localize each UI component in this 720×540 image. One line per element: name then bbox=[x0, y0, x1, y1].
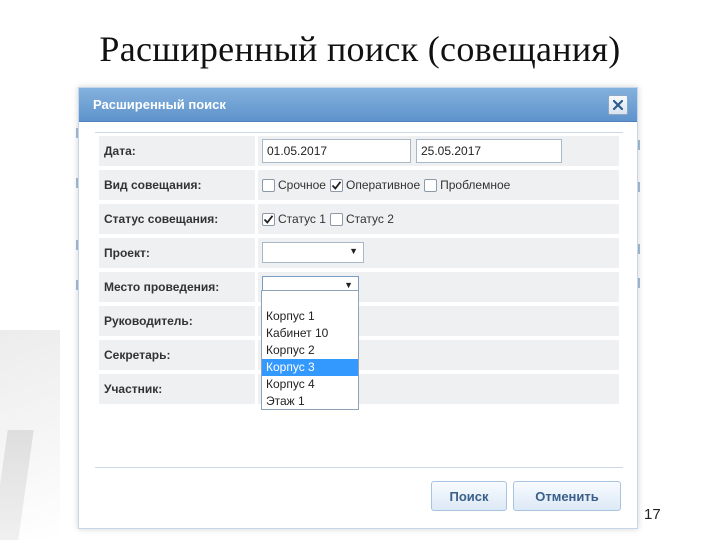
project-label: Проект: bbox=[99, 238, 255, 268]
meeting-type-options: Срочное Оперативное Проблемное bbox=[262, 178, 514, 192]
dialog-title: Расширенный поиск bbox=[93, 97, 226, 112]
venue-option[interactable]: Корпус 1 bbox=[262, 308, 358, 325]
close-x-icon bbox=[613, 100, 623, 110]
checkbox-status-2-label[interactable]: Статус 2 bbox=[346, 212, 394, 226]
checkbox-operative-label[interactable]: Оперативное bbox=[346, 178, 420, 192]
row-manager: Руководитель: bbox=[99, 304, 619, 338]
row-venue: Место проведения: ▼ bbox=[99, 270, 619, 304]
date-from-input[interactable]: 01.05.2017 bbox=[262, 139, 411, 163]
venue-option[interactable]: Этаж 1 bbox=[262, 393, 358, 410]
date-label: Дата: bbox=[99, 136, 255, 166]
participant-label: Участник: bbox=[99, 374, 255, 404]
meeting-status-label: Статус совещания: bbox=[99, 204, 255, 234]
row-date: Дата: 01.05.2017 25.05.2017 bbox=[99, 134, 619, 168]
checkmark-icon bbox=[331, 180, 342, 190]
search-form: Дата: 01.05.2017 25.05.2017 Вид совещани… bbox=[99, 134, 619, 406]
meeting-type-label: Вид совещания: bbox=[99, 170, 255, 200]
dialog-header[interactable]: Расширенный поиск bbox=[79, 88, 637, 122]
secretary-label: Секретарь: bbox=[99, 340, 255, 370]
checkbox-urgent-label[interactable]: Срочное bbox=[278, 178, 326, 192]
meeting-type-cell: Срочное Оперативное Проблемное bbox=[258, 170, 619, 200]
close-button[interactable] bbox=[608, 95, 628, 115]
slide-title: Расширенный поиск (совещания) bbox=[99, 29, 621, 69]
checkbox-status-1[interactable] bbox=[262, 212, 275, 226]
row-project: Проект: ▼ bbox=[99, 236, 619, 270]
checkmark-icon bbox=[263, 214, 274, 224]
dropdown-arrow-icon: ▼ bbox=[344, 280, 353, 290]
checkbox-status-2[interactable] bbox=[329, 212, 343, 226]
footer-divider bbox=[95, 467, 623, 468]
venue-option-highlighted[interactable]: Корпус 3 bbox=[262, 359, 358, 376]
row-participant: Участник: bbox=[99, 372, 619, 406]
dropdown-arrow-icon: ▼ bbox=[349, 246, 358, 256]
row-meeting-type: Вид совещания: Срочное Оперативное Пробл… bbox=[99, 168, 619, 202]
slide-number: 17 bbox=[644, 506, 661, 523]
row-secretary: Секретарь: bbox=[99, 338, 619, 372]
row-meeting-status: Статус совещания: Статус 1 Статус 2 bbox=[99, 202, 619, 236]
checkbox-problem[interactable] bbox=[424, 178, 438, 192]
meeting-status-cell: Статус 1 Статус 2 bbox=[258, 204, 619, 234]
checkbox-problem-label[interactable]: Проблемное bbox=[440, 178, 510, 192]
cancel-button[interactable]: Отменить bbox=[513, 481, 621, 511]
meeting-status-options: Статус 1 Статус 2 bbox=[262, 212, 398, 226]
venue-label: Место проведения: bbox=[99, 272, 255, 302]
venue-option[interactable]: Кабинет 10 bbox=[262, 325, 358, 342]
venue-option[interactable]: Корпус 2 bbox=[262, 342, 358, 359]
checkbox-operative[interactable] bbox=[329, 178, 343, 192]
venue-option[interactable]: Корпус 4 bbox=[262, 376, 358, 393]
venue-dropdown-list: Корпус 1 Кабинет 10 Корпус 2 Корпус 3 Ко… bbox=[261, 290, 359, 410]
checkbox-urgent[interactable] bbox=[262, 178, 275, 192]
manager-label: Руководитель: bbox=[99, 306, 255, 336]
checkbox-status-1-label[interactable]: Статус 1 bbox=[278, 212, 326, 226]
advanced-search-dialog: Расширенный поиск Дата: 01.05.2017 25.05… bbox=[78, 87, 638, 529]
divider bbox=[95, 132, 623, 133]
date-cell: 01.05.2017 25.05.2017 bbox=[258, 136, 619, 166]
project-cell: ▼ bbox=[258, 238, 619, 268]
search-button[interactable]: Поиск bbox=[431, 481, 507, 511]
date-to-input[interactable]: 25.05.2017 bbox=[416, 139, 562, 163]
project-select[interactable]: ▼ bbox=[262, 242, 364, 263]
